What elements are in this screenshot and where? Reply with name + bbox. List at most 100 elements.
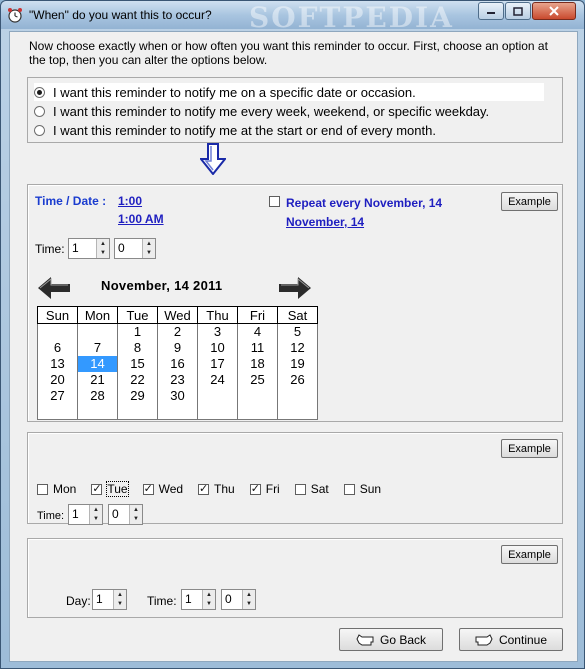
weekday-checkbox[interactable] [142,482,154,495]
maximize-button[interactable] [505,2,531,20]
day-value[interactable]: 1 [93,590,113,609]
calendar-day-cell[interactable]: 26 [277,371,318,388]
weekday-checkbox[interactable] [91,482,103,495]
weekly-minute-spinner[interactable]: 0 ▲ ▼ [108,504,143,525]
weekday-fri[interactable]: Fri [249,482,280,496]
example-button-monthly[interactable]: Example [501,545,558,564]
spin-up-icon[interactable]: ▲ [203,590,215,600]
calendar-day-cell[interactable]: 29 [117,387,158,404]
calendar-day-cell[interactable]: 23 [157,371,198,388]
close-button[interactable] [532,2,576,20]
option-specific-date[interactable]: I want this reminder to notify me on a s… [34,83,544,101]
calendar-day-cell[interactable]: 21 [77,371,118,388]
weekday-mon[interactable]: Mon [37,482,76,496]
calendar-grid: Sun Mon Tue Wed Thu Fri Sat 1 2 3 4 5 6 7 8 9 10 11 12 13 1… [37,306,318,420]
weekly-minute-value[interactable]: 0 [109,505,129,524]
minimize-button[interactable] [478,2,504,20]
radio-specific-date[interactable] [34,86,45,98]
weekday-wed[interactable]: Wed [142,482,183,496]
weekday-sat[interactable]: Sat [294,482,329,496]
calendar-day-cell[interactable]: 16 [157,355,198,372]
radio-monthly[interactable] [34,124,45,136]
weekday-thu[interactable]: Thu [198,482,235,496]
spin-up-icon[interactable]: ▲ [130,505,142,515]
repeat-date-link[interactable]: November, 14 [286,215,364,229]
next-month-arrow-icon[interactable] [278,275,312,301]
calendar-day-cell[interactable]: 9 [157,339,198,356]
weekly-hour-spinner[interactable]: 1 ▲ ▼ [68,504,103,525]
weekday-tue[interactable]: Tue [91,481,129,497]
calendar-day-cell[interactable]: 1 [117,323,158,340]
calendar-day-cell[interactable]: 7 [77,339,118,356]
minute-value[interactable]: 0 [115,239,142,258]
title-bar[interactable]: "When" do you want this to occur? SOFTPE… [1,1,584,34]
calendar-day-cell[interactable]: 2 [157,323,198,340]
minute-spinner[interactable]: 0 ▲ ▼ [114,238,156,259]
hour-value[interactable]: 1 [69,239,96,258]
hour-spinner[interactable]: 1 ▲ ▼ [68,238,110,259]
spin-up-icon[interactable]: ▲ [114,590,126,600]
weekday-checkbox[interactable] [37,483,48,495]
spin-down-icon[interactable]: ▼ [243,600,255,610]
calendar-day-cell[interactable]: 28 [77,387,118,404]
calendar-day-cell[interactable]: 4 [237,323,278,340]
calendar-day-cell[interactable]: 6 [37,339,78,356]
calendar-day-cell[interactable]: 13 [37,355,78,372]
option-weekly[interactable]: I want this reminder to notify me every … [34,102,489,120]
example-button-weekly[interactable]: Example [501,439,558,458]
time-date-label: Time / Date : [35,194,107,208]
calendar-day-cell[interactable]: 25 [237,371,278,388]
day-spinner[interactable]: 1 ▲ ▼ [92,589,127,610]
time-ampm-link[interactable]: 1:00 AM [118,212,164,226]
weekday-checkbox[interactable] [343,483,355,495]
time-link[interactable]: 1:00 [118,194,142,208]
spin-down-icon[interactable]: ▼ [90,515,102,525]
repeat-checkbox[interactable] [269,196,280,207]
calendar-day-cell[interactable]: 19 [277,355,318,372]
continue-label: Continue [498,632,548,647]
calendar-day-cell[interactable]: 24 [197,371,238,388]
calendar-day-cell[interactable]: 20 [37,371,78,388]
spin-down-icon[interactable]: ▼ [203,600,215,610]
weekday-checkbox[interactable] [198,482,210,495]
calendar-day-cell[interactable]: 27 [37,387,78,404]
monthly-hour-spinner[interactable]: 1 ▲ ▼ [181,589,216,610]
go-back-button[interactable]: Go Back [339,628,443,651]
spin-up-icon[interactable]: ▲ [243,590,255,600]
weekday-checkbox[interactable] [249,482,261,495]
calendar-day-cell[interactable]: 30 [157,387,198,404]
calendar-day-cell[interactable]: 22 [117,371,158,388]
calendar-day-cell[interactable]: 11 [237,339,278,356]
calendar-day-cell [157,403,198,420]
monthly-hour-value[interactable]: 1 [182,590,202,609]
calendar-day-cell [77,403,118,420]
weekday-checkbox[interactable] [294,483,306,495]
weekly-hour-value[interactable]: 1 [69,505,89,524]
monthly-time-label: Time: [147,594,177,608]
calendar-day-cell[interactable]: 3 [197,323,238,340]
spin-up-icon[interactable]: ▲ [97,239,109,249]
calendar-day-cell[interactable]: 18 [237,355,278,372]
calendar-day-cell[interactable]: 12 [277,339,318,356]
example-button-date[interactable]: Example [501,192,558,211]
option-monthly[interactable]: I want this reminder to notify me at the… [34,121,436,139]
spin-down-icon[interactable]: ▼ [97,249,109,259]
monthly-minute-spinner[interactable]: 0 ▲ ▼ [221,589,256,610]
prev-month-arrow-icon[interactable] [37,275,71,301]
weekday-sun[interactable]: Sun [343,482,381,496]
spin-up-icon[interactable]: ▲ [90,505,102,515]
repeat-label[interactable]: Repeat every November, 14 [286,196,442,210]
spin-down-icon[interactable]: ▼ [143,249,155,259]
calendar-day-cell[interactable]: 17 [197,355,238,372]
calendar-day-cell[interactable]: 8 [117,339,158,356]
spin-up-icon[interactable]: ▲ [143,239,155,249]
calendar-day-cell[interactable]: 15 [117,355,158,372]
calendar-day-cell[interactable]: 5 [277,323,318,340]
monthly-minute-value[interactable]: 0 [222,590,242,609]
spin-down-icon[interactable]: ▼ [130,515,142,525]
calendar-day-cell[interactable]: 14 [77,355,118,372]
radio-weekly[interactable] [34,105,45,117]
continue-button[interactable]: Continue [459,628,563,651]
calendar-day-cell[interactable]: 10 [197,339,238,356]
spin-down-icon[interactable]: ▼ [114,600,126,610]
